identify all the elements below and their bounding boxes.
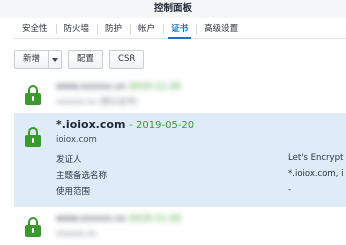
certificate-name: www.xxxxxx.xx 2019-11-20 bbox=[56, 82, 181, 92]
certificate-item-selected[interactable]: *.ioiox.com - 2019-05-20 ioiox.com 发证人 L… bbox=[14, 113, 346, 207]
lock-icon bbox=[25, 85, 41, 105]
certificate-domain: ioiox.com bbox=[56, 135, 97, 145]
title-bar: 控制面板 bbox=[0, 0, 346, 18]
toolbar: 新增 配置 CSR bbox=[14, 50, 150, 70]
tab-security[interactable]: 安全性 bbox=[14, 19, 56, 38]
tab-certificate[interactable]: 证书 bbox=[163, 19, 196, 39]
add-button[interactable]: 新增 bbox=[14, 50, 50, 69]
certificate-subtitle: xxxxxx.xx (默认证书) bbox=[56, 97, 138, 106]
certificate-name: *.ioiox.com - 2019-05-20 bbox=[56, 118, 195, 131]
certificate-expiry-date: 2019-11-20 bbox=[128, 82, 181, 92]
certificate-item[interactable]: www.xxxxxx.xx 2019-11-20 xxxxxx.xx (默认证书… bbox=[14, 77, 346, 113]
certificate-expiry-date: - 2019-05-20 bbox=[129, 120, 195, 131]
lock-icon bbox=[25, 217, 41, 237]
detail-row-usage: 使用范围 - bbox=[56, 185, 346, 197]
detail-value: *.ioiox.com, i bbox=[288, 169, 344, 179]
certificate-subtitle: xxxxxx.xx bbox=[56, 229, 97, 238]
tab-advanced-settings[interactable]: 高级设置 bbox=[196, 19, 246, 38]
certificate-name: www.xxxxxx.xx 2019-11-20 bbox=[56, 214, 181, 224]
tab-firewall[interactable]: 防火墙 bbox=[55, 19, 98, 38]
add-button-group: 新增 bbox=[14, 50, 63, 70]
tab-account[interactable]: 帐户 bbox=[130, 19, 163, 38]
detail-row-issuer: 发证人 Let's Encrypt bbox=[56, 153, 346, 165]
csr-button[interactable]: CSR bbox=[109, 50, 145, 69]
chevron-down-icon[interactable] bbox=[49, 50, 63, 69]
certificate-expiry-date: 2019-11-20 bbox=[128, 214, 181, 224]
detail-value: Let's Encrypt bbox=[288, 153, 344, 163]
detail-label: 发证人 bbox=[56, 155, 82, 165]
detail-label: 主题备选名称 bbox=[56, 171, 108, 181]
detail-row-subject-alt-names: 主题备选名称 *.ioiox.com, i bbox=[56, 169, 346, 181]
configure-button[interactable]: 配置 bbox=[68, 50, 104, 69]
detail-label: 使用范围 bbox=[56, 187, 91, 197]
tab-bar: 安全性 防火墙 防护 帐户 证书 高级设置 bbox=[14, 19, 346, 39]
detail-value: - bbox=[288, 185, 292, 195]
lock-icon bbox=[25, 127, 41, 147]
tab-protection[interactable]: 防护 bbox=[97, 19, 130, 38]
window-title: 控制面板 bbox=[153, 3, 192, 14]
certificate-item[interactable]: www.xxxxxx.xx 2019-11-20 xxxxxx.xx bbox=[14, 208, 346, 245]
